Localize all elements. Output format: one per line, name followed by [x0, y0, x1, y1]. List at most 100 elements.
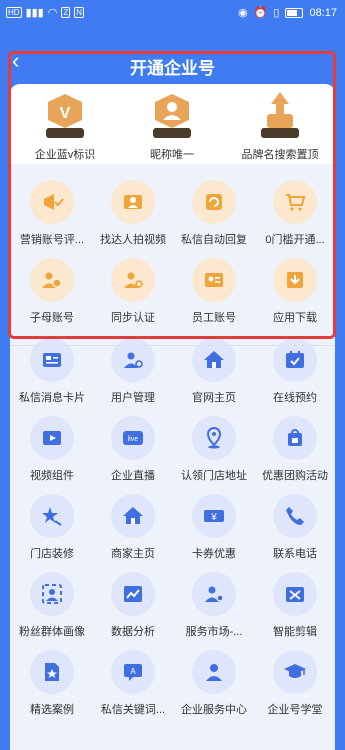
feature-label: 服务市场-... — [185, 626, 243, 638]
search-top-badge-icon — [255, 90, 305, 142]
feature-enterprise-live[interactable]: live 企业直播 — [93, 416, 173, 483]
cart-icon — [273, 180, 317, 224]
feature-label: 精选案例 — [30, 704, 74, 716]
nav-bar: ‹ 开通企业号 — [0, 40, 345, 80]
location-icon — [192, 416, 236, 460]
feature-label: 卡券优惠 — [192, 548, 236, 560]
phone-icon — [273, 494, 317, 538]
feature-service-market[interactable]: 服务市场-... — [174, 572, 254, 639]
svg-text:¥: ¥ — [210, 512, 217, 523]
feature-academy[interactable]: 企业号学堂 — [255, 650, 335, 717]
alarm-icon: ⏰ — [253, 7, 268, 19]
feature-merchant-home[interactable]: 商家主页 — [93, 494, 173, 561]
feature-label: 在线预约 — [273, 392, 317, 404]
feature-label: 私信消息卡片 — [19, 392, 85, 404]
status-left: HD ▮▮▮ ◠ Z N — [6, 6, 85, 19]
video-component-icon — [30, 416, 74, 460]
keyword-reply-icon: A — [111, 650, 155, 694]
feature-app-download[interactable]: 应用下载 — [255, 258, 335, 325]
feature-label: 员工账号 — [192, 312, 236, 324]
feature-label: 视频组件 — [30, 470, 74, 482]
feature-employee-account[interactable]: 员工账号 — [174, 258, 254, 325]
section-divider — [10, 345, 335, 346]
live-icon: live — [111, 416, 155, 460]
video-person-icon — [111, 180, 155, 224]
service-market-icon — [192, 572, 236, 616]
badge-row: V 企业蓝v标识 昵称唯一 品牌名搜索置顶 — [10, 84, 335, 164]
coupon-bag-icon — [273, 416, 317, 460]
blue-v-badge-icon: V — [40, 90, 90, 142]
unique-nickname-badge-icon — [147, 90, 197, 142]
app-notification-icon: N — [74, 7, 85, 18]
svg-text:V: V — [60, 105, 71, 122]
main-panel: V 企业蓝v标识 昵称唯一 品牌名搜索置顶 营销账号评... 找达人拍视频 私信… — [10, 84, 335, 750]
feature-label: 企业号学堂 — [267, 704, 323, 716]
feature-label: 企业直播 — [111, 470, 155, 482]
feature-find-creator-video[interactable]: 找达人拍视频 — [93, 180, 173, 247]
eye-icon: ◉ — [238, 7, 248, 19]
auto-reply-icon — [192, 180, 236, 224]
feature-video-component[interactable]: 视频组件 — [12, 416, 92, 483]
feature-label: 优惠团购活动 — [262, 470, 328, 482]
feature-fans-portrait[interactable]: 粉丝群体画像 — [12, 572, 92, 639]
feature-group-buy[interactable]: 优惠团购活动 — [255, 416, 335, 483]
vibrate-icon: ▯ — [273, 7, 280, 19]
feature-label: 联系电话 — [273, 548, 317, 560]
feature-coupon-discount[interactable]: ¥ 卡券优惠 — [174, 494, 254, 561]
svg-text:A: A — [130, 667, 136, 676]
feature-data-analysis[interactable]: 数据分析 — [93, 572, 173, 639]
battery-icon — [285, 7, 304, 18]
feature-label: 应用下载 — [273, 312, 317, 324]
badge-label: 品牌名搜索置顶 — [241, 149, 319, 161]
feature-marketing-account-review[interactable]: 营销账号评... — [12, 180, 92, 247]
sync-certify-icon — [111, 258, 155, 302]
badge-item-unique-nickname[interactable]: 昵称唯一 — [122, 90, 222, 162]
feature-service-center[interactable]: 企业服务中心 — [174, 650, 254, 717]
feature-label: 0门槛开通... — [265, 234, 325, 246]
page-title: 开通企业号 — [130, 59, 215, 78]
smart-edit-icon — [273, 572, 317, 616]
signal-icon: ▮▮▮ — [25, 7, 44, 19]
feature-label: 私信关键词... — [100, 704, 166, 716]
feature-label: 私信自动回复 — [181, 234, 247, 246]
feature-official-home[interactable]: 官网主页 — [174, 338, 254, 405]
feature-label: 企业服务中心 — [181, 704, 247, 716]
badge-label: 昵称唯一 — [150, 149, 194, 161]
feature-sub-account[interactable]: 子母账号 — [12, 258, 92, 325]
fans-portrait-icon — [30, 572, 74, 616]
chart-image-icon — [111, 572, 155, 616]
feature-sync-certify[interactable]: 同步认证 — [93, 258, 173, 325]
feature-auto-reply[interactable]: 私信自动回复 — [174, 180, 254, 247]
feature-label: 用户管理 — [111, 392, 155, 404]
feature-label: 同步认证 — [111, 312, 155, 324]
hd-indicator: HD — [6, 7, 22, 18]
employee-card-icon — [192, 258, 236, 302]
feature-label: 认领门店地址 — [181, 470, 247, 482]
badge-item-search-top[interactable]: 品牌名搜索置顶 — [230, 90, 330, 162]
feature-contact-phone[interactable]: 联系电话 — [255, 494, 335, 561]
status-time: 08:17 — [309, 6, 337, 19]
featured-case-icon — [30, 650, 74, 694]
feature-message-card[interactable]: 私信消息卡片 — [12, 338, 92, 405]
feature-label: 商家主页 — [111, 548, 155, 560]
status-bar: HD ▮▮▮ ◠ Z N ◉ ⏰ ▯ 08:17 — [0, 0, 345, 26]
graduation-cap-icon — [273, 650, 317, 694]
badge-item-blue-v[interactable]: V 企业蓝v标识 — [15, 90, 115, 162]
status-right: ◉ ⏰ ▯ 08:17 — [238, 6, 337, 20]
feature-online-booking[interactable]: 在线预约 — [255, 338, 335, 405]
feature-keyword-reply[interactable]: A 私信关键词... — [93, 650, 173, 717]
feature-label: 子母账号 — [30, 312, 74, 324]
feature-smart-edit[interactable]: 智能剪辑 — [255, 572, 335, 639]
service-center-icon — [192, 650, 236, 694]
star-brush-icon — [30, 494, 74, 538]
megaphone-check-icon — [30, 180, 74, 224]
badge-label: 企业蓝v标识 — [34, 149, 96, 161]
feature-store-decoration[interactable]: 门店装修 — [12, 494, 92, 561]
wifi-icon: ◠ — [47, 7, 58, 19]
feature-featured-cases[interactable]: 精选案例 — [12, 650, 92, 717]
feature-user-manage[interactable]: 用户管理 — [93, 338, 173, 405]
svg-text:live: live — [128, 436, 139, 443]
feature-zero-threshold[interactable]: 0门槛开通... — [255, 180, 335, 247]
feature-claim-store-address[interactable]: 认领门店地址 — [174, 416, 254, 483]
feature-label: 智能剪辑 — [273, 626, 317, 638]
